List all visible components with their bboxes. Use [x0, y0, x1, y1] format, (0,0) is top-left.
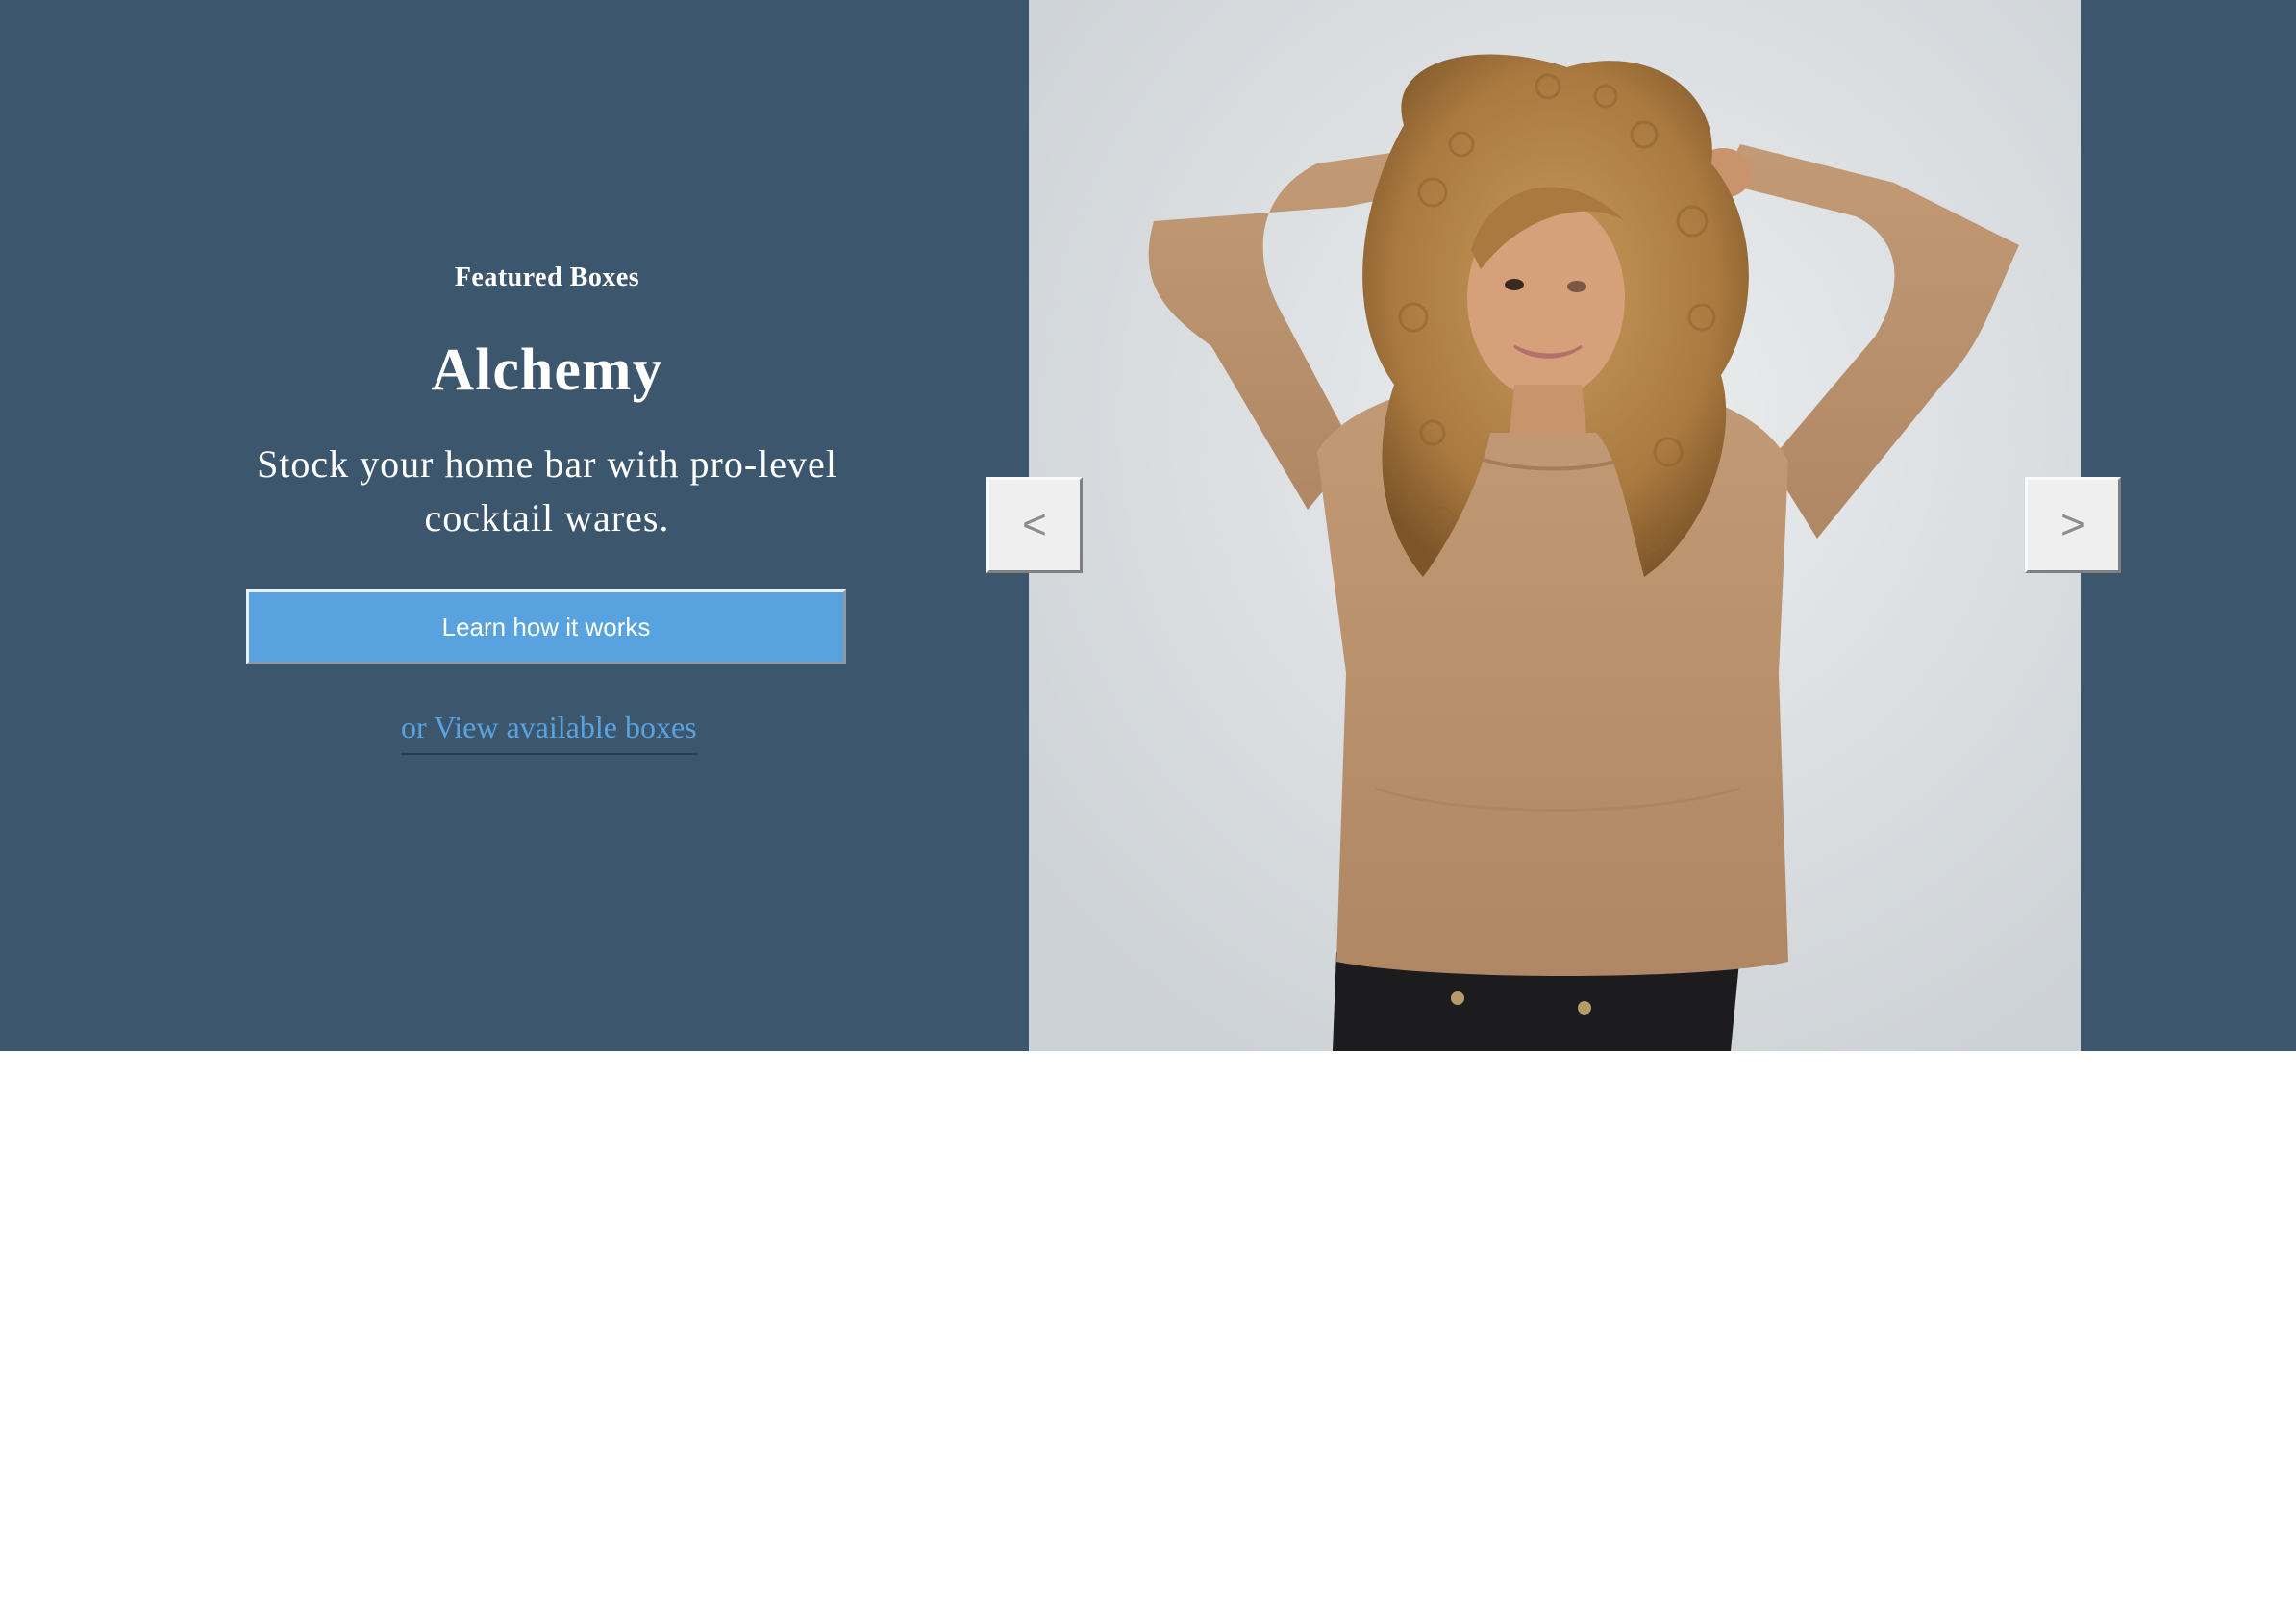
view-available-boxes-link[interactable]: or View available boxes [401, 710, 697, 755]
carousel-next-button[interactable]: > [2025, 477, 2121, 573]
hero-section: Featured Boxes Alchemy Stock your home b… [0, 0, 2296, 1051]
learn-how-it-works-button[interactable]: Learn how it works [246, 589, 846, 664]
hero-title: Alchemy [431, 338, 663, 403]
hero-photo-illustration [1029, 0, 2081, 1051]
carousel-prev-button[interactable]: < [986, 477, 1083, 573]
hero-photo [1029, 0, 2081, 1051]
hero-text-panel: Featured Boxes Alchemy Stock your home b… [0, 0, 1029, 1051]
hero-subtitle: Stock your home bar with pro-level cockt… [257, 442, 837, 539]
hero-eyebrow: Featured Boxes [454, 263, 640, 292]
